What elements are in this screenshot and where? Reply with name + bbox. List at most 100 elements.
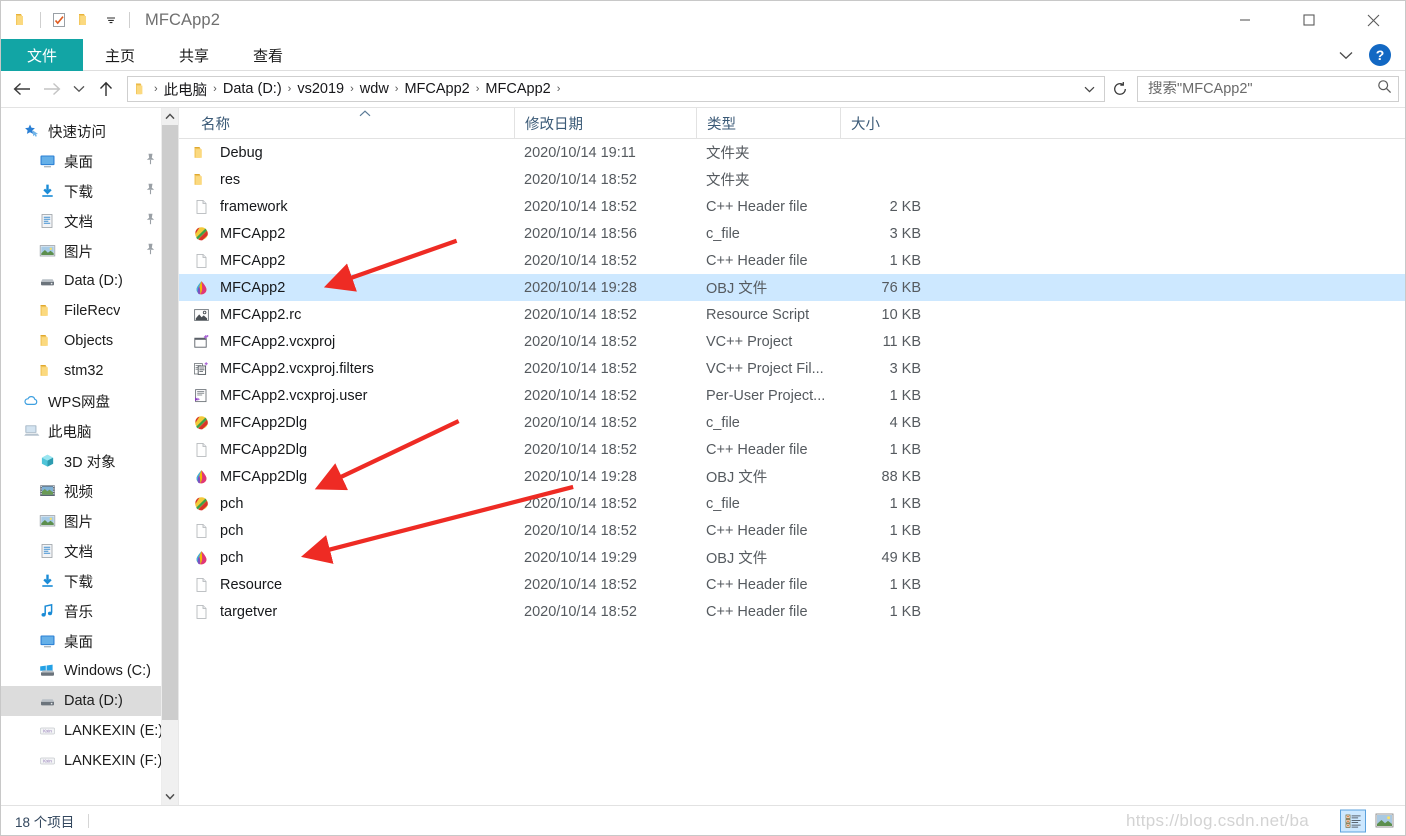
breadcrumb[interactable]: › 此电脑 › Data (D:) › vs2019 › wdw › MFCAp…	[127, 76, 1105, 102]
cell-type: C++ Header file	[706, 603, 808, 620]
sidebar-item-[interactable]: 图片	[1, 506, 178, 536]
file-name-label: pch	[220, 495, 244, 512]
table-row[interactable]: framework 2020/10/14 18:52 C++ Header file…	[179, 193, 1405, 220]
column-header-name[interactable]: 名称	[191, 108, 514, 139]
breadcrumb-item-2[interactable]: vs2019	[292, 81, 349, 97]
table-row[interactable]: MFCApp2.vcxproj.user 2020/10/14 18:52 Per-…	[179, 382, 1405, 409]
breadcrumb-dropdown-icon[interactable]	[1078, 77, 1100, 101]
breadcrumb-item-5[interactable]: MFCApp2	[480, 81, 555, 97]
breadcrumb-separator: ›	[556, 83, 561, 95]
cell-date: 2020/10/14 18:52	[524, 576, 637, 593]
sidebar-group-快速访问[interactable]: 快速访问	[1, 116, 178, 146]
back-button[interactable]	[7, 74, 37, 104]
column-header-type[interactable]: 类型	[696, 107, 840, 139]
sidebar-item-DataD[interactable]: Data (D:)	[1, 686, 178, 716]
minimize-button[interactable]	[1213, 1, 1277, 39]
sidebar-scrollbar[interactable]	[161, 108, 178, 805]
table-row[interactable]: MFCApp2.vcxproj.filters 2020/10/14 18:52 V…	[179, 355, 1405, 382]
sidebar-scroll-thumb[interactable]	[161, 125, 178, 720]
sidebar-item-Objects[interactable]: Objects	[1, 326, 178, 356]
new-folder-icon[interactable]	[72, 7, 98, 33]
vcxproj-filters-icon	[191, 360, 211, 378]
scroll-down-icon[interactable]	[162, 788, 179, 805]
sidebar-item-3D[interactable]: 3D 对象	[1, 446, 178, 476]
sidebar-item-label: 图片	[64, 244, 93, 261]
tab-file[interactable]: 文件	[1, 39, 84, 71]
blank-document-icon	[191, 252, 211, 270]
sidebar-item-[interactable]: 文档	[1, 206, 178, 236]
tab-home[interactable]: 主页	[83, 39, 157, 71]
pin-icon[interactable]	[145, 213, 156, 230]
table-row[interactable]: MFCApp2.vcxproj 2020/10/14 18:52 VC++ Proj…	[179, 328, 1405, 355]
sidebar-item-LANKEXINF[interactable]: Kxin LANKEXIN (F:)	[1, 746, 178, 776]
tab-view[interactable]: 查看	[231, 39, 305, 71]
table-row[interactable]: MFCApp2 2020/10/14 18:56 c_file 3 KB	[179, 220, 1405, 247]
up-button[interactable]	[91, 74, 121, 104]
refresh-button[interactable]	[1107, 76, 1133, 102]
table-row[interactable]: MFCApp2Dlg 2020/10/14 19:28 OBJ 文件 88 KB	[179, 463, 1405, 490]
table-row[interactable]: targetver 2020/10/14 18:52 C++ Header file…	[179, 598, 1405, 625]
sidebar-item-[interactable]: 视频	[1, 476, 178, 506]
cell-type: 文件夹	[706, 146, 750, 162]
sidebar-item-[interactable]: 音乐	[1, 596, 178, 626]
search-input[interactable]	[1148, 81, 1377, 97]
sidebar-item-[interactable]: 桌面	[1, 626, 178, 656]
sidebar-item-label: 桌面	[64, 154, 93, 171]
table-row[interactable]: res 2020/10/14 18:52 文件夹	[179, 166, 1405, 193]
drive-icon	[37, 692, 57, 710]
table-row[interactable]: pch 2020/10/14 19:29 OBJ 文件 49 KB	[179, 544, 1405, 571]
breadcrumb-item-3[interactable]: wdw	[355, 81, 394, 97]
sidebar-group-label: WPS网盘	[48, 394, 111, 411]
scroll-up-icon[interactable]	[162, 108, 179, 125]
search-box[interactable]	[1137, 76, 1399, 102]
sidebar-item-[interactable]: 下载	[1, 566, 178, 596]
sidebar-item-[interactable]: 图片	[1, 236, 178, 266]
sidebar-item-stm32[interactable]: stm32	[1, 356, 178, 386]
column-header-date[interactable]: 修改日期	[514, 107, 696, 139]
table-row[interactable]: Resource 2020/10/14 18:52 C++ Header file 1…	[179, 571, 1405, 598]
sidebar-item-[interactable]: 桌面	[1, 146, 178, 176]
table-row[interactable]: MFCApp2Dlg 2020/10/14 18:52 C++ Header fil…	[179, 436, 1405, 463]
recent-locations-button[interactable]	[67, 74, 91, 104]
table-row[interactable]: Debug 2020/10/14 19:11 文件夹	[179, 139, 1405, 166]
breadcrumb-item-1[interactable]: Data (D:)	[218, 81, 287, 97]
sidebar-item-[interactable]: 文档	[1, 536, 178, 566]
table-row[interactable]: MFCApp2Dlg 2020/10/14 18:52 c_file 4 KB	[179, 409, 1405, 436]
sidebar-group-WPS网盘[interactable]: WPS网盘	[1, 386, 178, 416]
maximize-button[interactable]	[1277, 1, 1341, 39]
table-row[interactable]: pch 2020/10/14 18:52 c_file 1 KB	[179, 490, 1405, 517]
large-icons-view-button[interactable]	[1371, 809, 1397, 832]
folder-icon[interactable]	[9, 7, 35, 33]
cell-date: 2020/10/14 18:52	[524, 387, 637, 404]
pin-icon[interactable]	[145, 183, 156, 200]
sidebar-item-[interactable]: 下载	[1, 176, 178, 206]
table-row[interactable]: MFCApp2 2020/10/14 19:28 OBJ 文件 76 KB	[179, 274, 1405, 301]
tab-share[interactable]: 共享	[157, 39, 231, 71]
properties-icon[interactable]	[46, 7, 72, 33]
sidebar-item-FileRecv[interactable]: FileRecv	[1, 296, 178, 326]
sidebar-item-LANKEXINE[interactable]: Kxin LANKEXIN (E:)	[1, 716, 178, 746]
details-view-button[interactable]	[1340, 809, 1366, 832]
close-button[interactable]	[1341, 1, 1405, 39]
table-row[interactable]: MFCApp2.rc 2020/10/14 18:52 Resource Scrip…	[179, 301, 1405, 328]
sidebar-group-此电脑[interactable]: 此电脑	[1, 416, 178, 446]
cell-name: pch	[191, 549, 514, 567]
sidebar-item-DataD[interactable]: Data (D:)	[1, 266, 178, 296]
star-pin-icon	[21, 122, 41, 140]
sidebar-item-WindowsC[interactable]: Windows (C:)	[1, 656, 178, 686]
file-name-label: MFCApp2.vcxproj.user	[220, 387, 368, 404]
table-row[interactable]: pch 2020/10/14 18:52 C++ Header file 1 KB	[179, 517, 1405, 544]
column-header-size[interactable]: 大小	[840, 107, 936, 139]
table-row[interactable]: MFCApp2 2020/10/14 18:52 C++ Header file 1 …	[179, 247, 1405, 274]
pin-icon[interactable]	[145, 243, 156, 260]
forward-button[interactable]	[37, 74, 67, 104]
cell-size: 10 KB	[881, 306, 922, 323]
customize-dropdown-icon[interactable]	[98, 7, 124, 33]
breadcrumb-item-0[interactable]: 此电脑	[159, 79, 213, 100]
file-name-label: MFCApp2Dlg	[220, 414, 308, 431]
help-button[interactable]: ?	[1369, 44, 1391, 66]
breadcrumb-item-4[interactable]: MFCApp2	[399, 81, 474, 97]
chevron-down-icon[interactable]	[1333, 42, 1359, 68]
pin-icon[interactable]	[145, 153, 156, 170]
breadcrumb-folder-icon	[134, 82, 150, 97]
